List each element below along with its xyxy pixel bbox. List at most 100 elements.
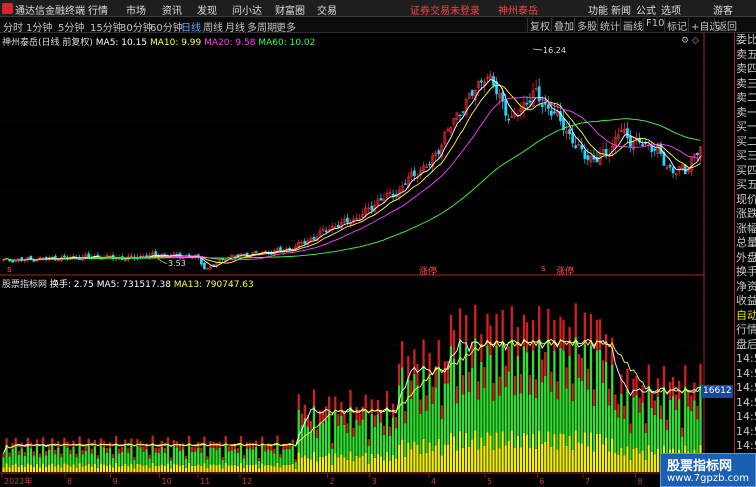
volume-bar-red bbox=[477, 381, 480, 400]
volume-bar-green bbox=[114, 443, 118, 463]
side-panel-item[interactable]: 卖一 bbox=[735, 106, 756, 121]
volume-bar-green bbox=[267, 449, 270, 465]
side-panel-item[interactable]: 卖三 bbox=[735, 77, 756, 92]
volume-bar-red bbox=[151, 435, 154, 443]
volume-bar-yellow bbox=[492, 449, 495, 472]
tongji-button[interactable]: 统计 bbox=[597, 18, 622, 33]
duogu-button[interactable]: 多股 bbox=[574, 18, 599, 33]
menu-gongneng[interactable]: 功能 bbox=[588, 2, 608, 17]
menu-xinwen[interactable]: 新闻 bbox=[611, 2, 631, 17]
side-panel-item[interactable]: 14:5 bbox=[735, 439, 756, 454]
menu-zixun[interactable]: 资讯 bbox=[162, 2, 182, 17]
side-panel-item[interactable]: 14:5 bbox=[735, 381, 756, 396]
candle-body bbox=[437, 150, 441, 155]
side-panel-item[interactable]: 卖五 bbox=[735, 48, 756, 63]
side-panel-item[interactable]: 卖二 bbox=[735, 91, 756, 106]
volume-bar-green bbox=[626, 389, 629, 447]
candlestick-chart[interactable]: 16.0015.0014.0013.0012.0011.0010.009.008… bbox=[0, 33, 705, 487]
volume-bar-yellow bbox=[230, 465, 233, 472]
period-more[interactable]: 更多 bbox=[276, 19, 296, 34]
side-panel-item[interactable]: 买五 bbox=[735, 178, 756, 193]
menu-gongshi[interactable]: 公式 bbox=[636, 2, 656, 17]
side-panel-item[interactable]: 盘后 bbox=[735, 338, 756, 353]
back-button[interactable]: 返回 bbox=[714, 18, 739, 33]
volume-bar-yellow bbox=[638, 453, 641, 472]
volume-bar-yellow bbox=[577, 442, 580, 472]
side-panel-item[interactable]: 14:5 bbox=[735, 410, 756, 425]
period-weekly[interactable]: 周线 bbox=[203, 19, 223, 34]
f10-button[interactable]: F10 bbox=[643, 18, 666, 32]
side-panel-item[interactable]: 收益 bbox=[735, 294, 756, 309]
volume-bar-green bbox=[367, 445, 370, 464]
volume-bar-yellow bbox=[124, 463, 127, 472]
volume-bar-green bbox=[54, 454, 57, 467]
volume-bar-yellow bbox=[11, 464, 14, 472]
period-15min[interactable]: 15分钟 bbox=[90, 19, 123, 34]
side-panel-item[interactable]: 14:5 bbox=[735, 425, 756, 440]
period-multi[interactable]: 多周期 bbox=[247, 19, 277, 34]
volume-bar-red bbox=[586, 368, 590, 390]
side-panel-item[interactable]: 14:5 bbox=[735, 396, 756, 411]
side-panel-item[interactable]: 买三 bbox=[735, 149, 756, 164]
candle-body bbox=[641, 144, 645, 147]
side-panel-item[interactable]: 总量 bbox=[735, 236, 756, 251]
volume-bar-yellow bbox=[531, 434, 535, 472]
menu-hangqing[interactable]: 行情 bbox=[88, 2, 108, 17]
volume-bar-green bbox=[513, 395, 516, 448]
side-panel-item[interactable]: 现价 bbox=[735, 193, 756, 208]
side-panel-item[interactable]: 买四 bbox=[735, 164, 756, 179]
period-60min[interactable]: 60分钟 bbox=[150, 19, 183, 34]
login-status-notice[interactable]: 证券交易未登录 bbox=[410, 2, 480, 17]
period-fenshi[interactable]: 分时 bbox=[3, 19, 23, 34]
menu-youke[interactable]: 游客 bbox=[713, 2, 733, 17]
volume-bar-green bbox=[224, 443, 227, 464]
volume-bar-yellow bbox=[23, 467, 26, 472]
volume-bar-red bbox=[468, 371, 471, 392]
side-panel-item[interactable]: 卖四 bbox=[735, 62, 756, 77]
volume-bar-green bbox=[437, 366, 440, 440]
menu-jiaoyi[interactable]: 交易 bbox=[317, 2, 337, 17]
volume-bar-yellow bbox=[534, 448, 538, 472]
biaoji-button[interactable]: 标记 bbox=[664, 18, 689, 33]
side-panel-item[interactable]: 净资 bbox=[735, 280, 756, 295]
side-panel-item[interactable]: 涨跌 bbox=[735, 207, 756, 222]
volume-bar-red bbox=[14, 437, 17, 445]
expand-icon[interactable]: ◇ bbox=[692, 36, 699, 46]
volume-bar-green bbox=[151, 442, 154, 463]
volume-bar-red bbox=[650, 391, 653, 408]
side-panel-item[interactable]: 外盘 bbox=[735, 251, 756, 266]
period-daily[interactable]: 日线 bbox=[181, 19, 201, 34]
side-panel-item[interactable]: 14:5 bbox=[735, 367, 756, 382]
side-panel-item[interactable]: 14:5 bbox=[735, 352, 756, 367]
side-panel-item[interactable]: 换手 bbox=[735, 265, 756, 280]
period-monthly[interactable]: 月线 bbox=[225, 19, 245, 34]
volume-bar-green bbox=[443, 383, 446, 445]
volume-bar-yellow bbox=[236, 466, 240, 472]
menu-xuanxiang[interactable]: 选项 bbox=[661, 2, 681, 17]
volume-bar-yellow bbox=[346, 459, 349, 472]
diejia-button[interactable]: 叠加 bbox=[551, 18, 576, 33]
side-panel-item[interactable]: 买二 bbox=[735, 135, 756, 150]
side-panel-item[interactable]: 涨幅 bbox=[735, 222, 756, 237]
volume-bar-green bbox=[105, 452, 109, 466]
side-panel-item[interactable]: 行情 bbox=[735, 323, 756, 338]
fuquan-button[interactable]: 复权 bbox=[527, 18, 552, 33]
volume-bar-yellow bbox=[203, 463, 206, 472]
volume-bar-yellow bbox=[69, 466, 72, 472]
menu-shichang[interactable]: 市场 bbox=[126, 2, 146, 17]
menu-caifuquan[interactable]: 财富圈 bbox=[275, 2, 305, 17]
period-5min[interactable]: 5分钟 bbox=[58, 19, 84, 34]
menu-faxian[interactable]: 发现 bbox=[197, 2, 217, 17]
side-panel-item[interactable]: 自动 bbox=[735, 309, 756, 324]
settings-icon[interactable]: ⚙ bbox=[681, 36, 689, 46]
period-1min[interactable]: 1分钟 bbox=[26, 19, 52, 34]
volume-bar-red bbox=[343, 412, 346, 425]
volume-bar-green bbox=[236, 452, 240, 467]
period-30min[interactable]: 30分钟 bbox=[120, 19, 153, 34]
huaxian-button[interactable]: 画线 bbox=[620, 18, 645, 33]
menu-wenxiaoda[interactable]: 问小达 bbox=[232, 2, 262, 17]
side-panel-item[interactable]: 委比 bbox=[735, 33, 756, 48]
side-panel-item[interactable]: 买一 bbox=[735, 120, 756, 135]
date-tick-label: 8 bbox=[67, 477, 72, 486]
volume-bar-red bbox=[133, 456, 136, 460]
